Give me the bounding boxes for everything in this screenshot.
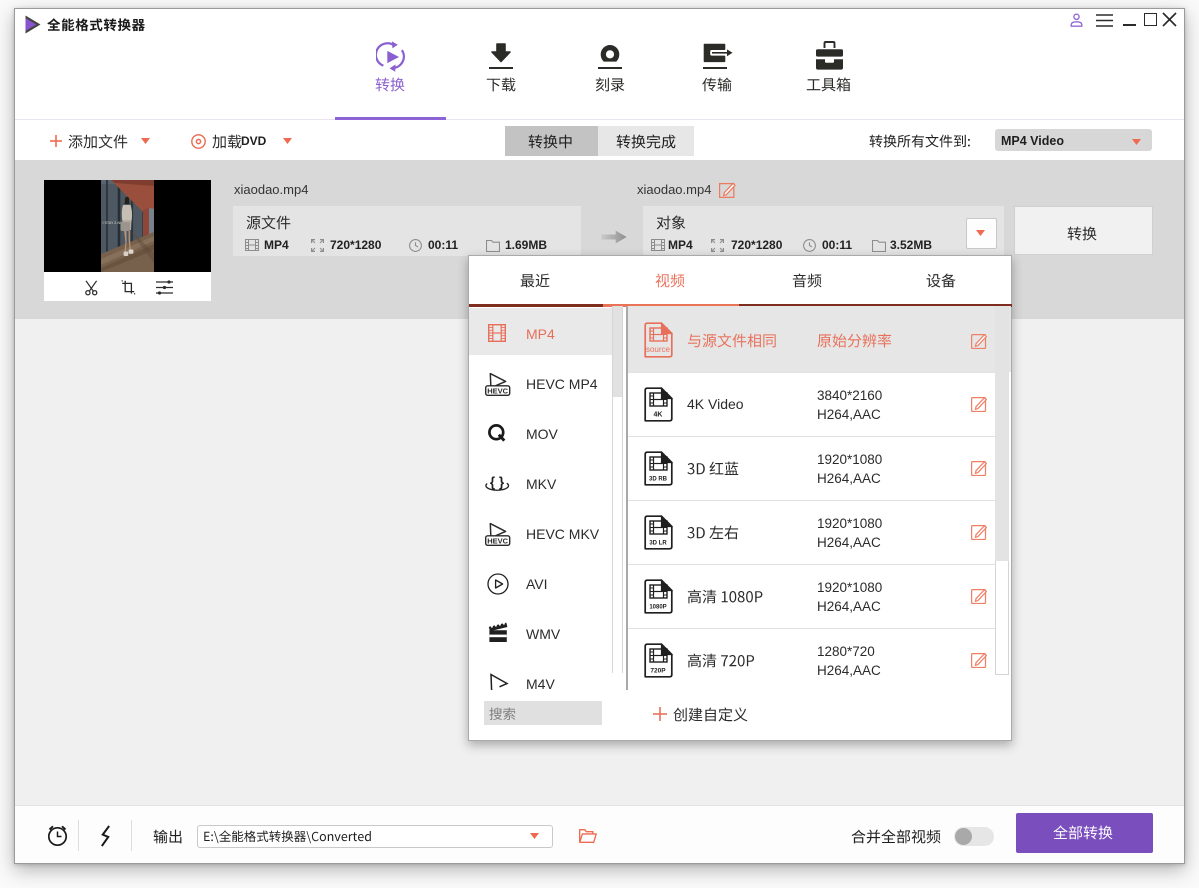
svg-text:1080P: 1080P xyxy=(649,605,666,611)
svg-text:HEVC: HEVC xyxy=(487,387,508,396)
svg-text:3D LR: 3D LR xyxy=(649,541,667,547)
svg-text:{ }: { } xyxy=(490,475,505,490)
svg-text:4K: 4K xyxy=(654,412,663,419)
svg-text:3D RB: 3D RB xyxy=(649,477,668,483)
svg-text:source: source xyxy=(646,345,671,354)
svg-text:720P: 720P xyxy=(650,668,666,675)
svg-text:I STAY 2-NI: I STAY 2-NI xyxy=(103,221,122,225)
svg-text:HEVC: HEVC xyxy=(487,537,508,546)
